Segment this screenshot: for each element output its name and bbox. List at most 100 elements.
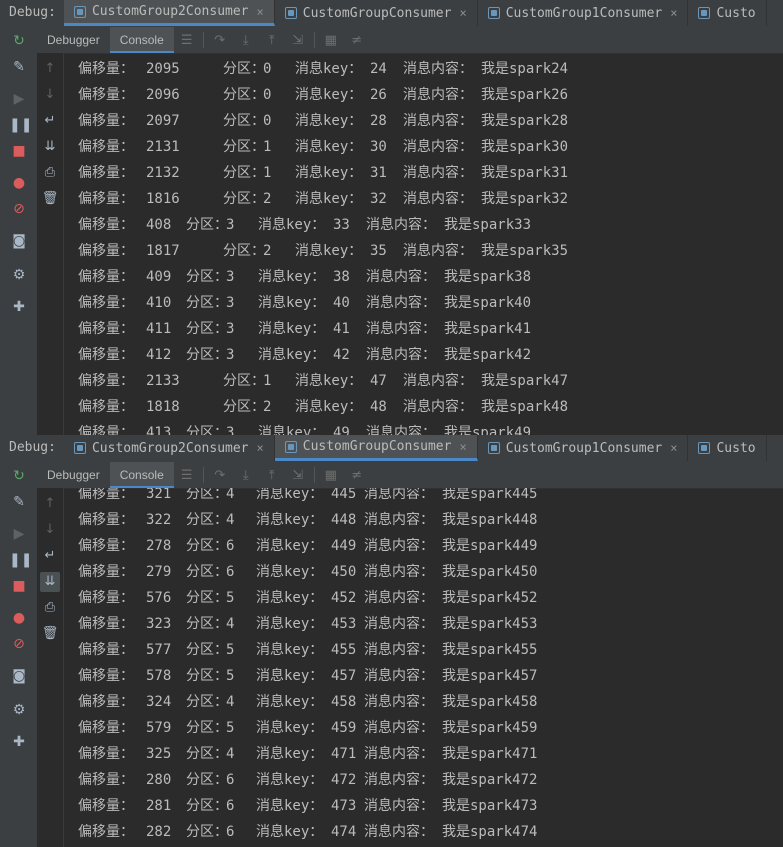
pause-icon[interactable]: ❚❚ [9, 115, 32, 135]
print-icon[interactable]: ⎙ [40, 163, 60, 183]
tab-custo-truncated[interactable]: Custo [688, 0, 767, 26]
down-arrow-icon[interactable]: ↓ [40, 85, 60, 105]
console-output[interactable]: 偏移量： 2095 分区： 0 消息key： 24 消息内容： 我是spark24 偏移量： 20… [64, 53, 783, 435]
scroll-to-end-icon[interactable]: ⇊ [40, 572, 60, 592]
mute-breakpoints-icon[interactable]: ⊘ [9, 634, 29, 654]
message-content-label: 消息内容： [364, 512, 434, 528]
close-icon[interactable]: × [257, 441, 264, 455]
tab-customgroup1consumer[interactable]: CustomGroup1Consumer × [478, 0, 689, 26]
close-icon[interactable]: × [459, 440, 466, 454]
close-icon[interactable]: × [459, 6, 466, 20]
console-output[interactable]: 偏移量： 321 分区： 4 消息key： 445 消息内容： 我是spark445 偏移量： 3… [64, 488, 783, 847]
console-line: 偏移量： 410 分区： 3 消息key： 40 消息内容： 我是spark40 [78, 290, 783, 316]
run-to-cursor-icon[interactable]: ⇲ [285, 468, 311, 483]
wrench-icon[interactable]: ✎ [9, 492, 29, 512]
step-over-icon[interactable]: ↷ [207, 468, 233, 483]
message-content-value: 我是spark471 [442, 746, 538, 762]
offset-value: 411 [146, 321, 172, 337]
offset-label: 偏移量： [78, 139, 134, 155]
stop-icon[interactable]: ■ [9, 141, 29, 161]
console-line: 偏移量： 321 分区： 4 消息key： 445 消息内容： 我是spark445 [78, 488, 783, 507]
partition-label: 分区： [186, 642, 228, 658]
console-line: 偏移量： 324 分区： 4 消息key： 458 消息内容： 我是spark458 [78, 689, 783, 715]
offset-label: 偏移量： [78, 399, 134, 415]
partition-value: 2 [263, 399, 272, 415]
tab-customgroup2consumer[interactable]: CustomGroup2Consumer × [63, 0, 275, 26]
tab-customgroupconsumer[interactable]: CustomGroupConsumer × [274, 435, 478, 461]
offset-label: 偏移量： [78, 295, 134, 311]
breakpoints-icon[interactable]: ● [9, 608, 29, 628]
stop-icon[interactable]: ■ [9, 576, 29, 596]
message-key-value: 41 [333, 321, 350, 337]
debug-pane-bottom: Debug: CustomGroup2Consumer × CustomGrou… [0, 435, 783, 847]
close-icon[interactable]: × [670, 6, 677, 20]
debug-subtoolbar: Debugger Console ☰ ↷ ⤓ ⤒ ⇲ ▦ ≠ [37, 462, 783, 489]
trace-icon[interactable]: ≠ [344, 468, 370, 483]
pause-icon[interactable]: ❚❚ [9, 550, 32, 570]
tab-customgroup2consumer[interactable]: CustomGroup2Consumer × [64, 435, 275, 461]
soft-wrap-icon[interactable]: ↵ [40, 111, 60, 131]
clear-icon[interactable]: 🗑 [40, 624, 60, 644]
partition-label: 分区： [186, 746, 228, 762]
menu-icon[interactable]: ☰ [174, 33, 200, 48]
partition-value: 5 [226, 642, 235, 658]
trace-icon[interactable]: ≠ [344, 33, 370, 48]
step-into-icon[interactable]: ⤓ [233, 468, 259, 483]
tab-debugger[interactable]: Debugger [37, 462, 110, 488]
step-out-icon[interactable]: ⤒ [259, 33, 285, 48]
evaluate-icon[interactable]: ▦ [318, 33, 344, 48]
pin-icon[interactable]: ✚ [9, 732, 29, 752]
message-content-label: 消息内容： [403, 165, 473, 181]
console-side-toolbar: ↑ ↓ ↵ ⇊ ⎙ 🗑 [37, 488, 64, 847]
down-arrow-icon[interactable]: ↓ [40, 520, 60, 540]
message-key-value: 450 [331, 564, 357, 580]
tab-customgroupconsumer[interactable]: CustomGroupConsumer × [275, 0, 478, 26]
clear-icon[interactable]: 🗑 [40, 189, 60, 209]
close-icon[interactable]: × [670, 441, 677, 455]
partition-label: 分区： [186, 321, 228, 337]
evaluate-icon[interactable]: ▦ [318, 468, 344, 483]
message-content-label: 消息内容： [403, 399, 473, 415]
tab-debugger[interactable]: Debugger [37, 27, 110, 53]
tab-custo-truncated[interactable]: Custo [688, 435, 767, 461]
print-icon[interactable]: ⎙ [40, 598, 60, 618]
console-line: 偏移量： 577 分区： 5 消息key： 455 消息内容： 我是spark455 [78, 637, 783, 663]
console-line: 偏移量： 2096 分区： 0 消息key： 26 消息内容： 我是spark26 [78, 82, 783, 108]
step-out-icon[interactable]: ⤒ [259, 468, 285, 483]
mute-breakpoints-icon[interactable]: ⊘ [9, 199, 29, 219]
message-key-label: 消息key： [256, 616, 324, 632]
close-icon[interactable]: × [257, 5, 264, 19]
step-into-icon[interactable]: ⤓ [233, 33, 259, 48]
menu-icon[interactable]: ☰ [174, 468, 200, 483]
resume-icon[interactable]: ▶ [9, 524, 29, 544]
partition-label: 分区： [186, 538, 228, 554]
message-key-label: 消息key： [295, 243, 363, 259]
tab-console[interactable]: Console [109, 27, 174, 53]
partition-value: 3 [226, 295, 235, 311]
resume-icon[interactable]: ▶ [9, 89, 29, 109]
console-line: 偏移量： 411 分区： 3 消息key： 41 消息内容： 我是spark41 [78, 316, 783, 342]
message-key-label: 消息key： [295, 139, 363, 155]
breakpoints-icon[interactable]: ● [9, 173, 29, 193]
message-content-value: 我是spark474 [442, 824, 538, 840]
step-over-icon[interactable]: ↷ [207, 33, 233, 48]
offset-label: 偏移量： [78, 694, 134, 710]
rerun-icon[interactable]: ↻ [9, 31, 29, 51]
up-arrow-icon[interactable]: ↑ [40, 494, 60, 514]
console-line: 偏移量： 413 分区： 3 消息key： 49 消息内容： 我是spark49 [78, 420, 783, 435]
offset-label: 偏移量： [78, 113, 134, 129]
debug-pane-top: Debug: CustomGroup2Consumer × CustomGrou… [0, 0, 783, 435]
tab-customgroup1consumer[interactable]: CustomGroup1Consumer × [478, 435, 689, 461]
settings-icon[interactable]: ⚙ [9, 265, 29, 285]
settings-icon[interactable]: ⚙ [9, 700, 29, 720]
soft-wrap-icon[interactable]: ↵ [40, 546, 60, 566]
camera-icon[interactable]: ◙ [9, 231, 29, 251]
scroll-to-end-icon[interactable]: ⇊ [40, 137, 60, 157]
tab-console[interactable]: Console [109, 462, 174, 488]
pin-icon[interactable]: ✚ [9, 297, 29, 317]
camera-icon[interactable]: ◙ [9, 666, 29, 686]
run-to-cursor-icon[interactable]: ⇲ [285, 33, 311, 48]
wrench-icon[interactable]: ✎ [9, 57, 29, 77]
rerun-icon[interactable]: ↻ [9, 466, 29, 486]
up-arrow-icon[interactable]: ↑ [40, 59, 60, 79]
